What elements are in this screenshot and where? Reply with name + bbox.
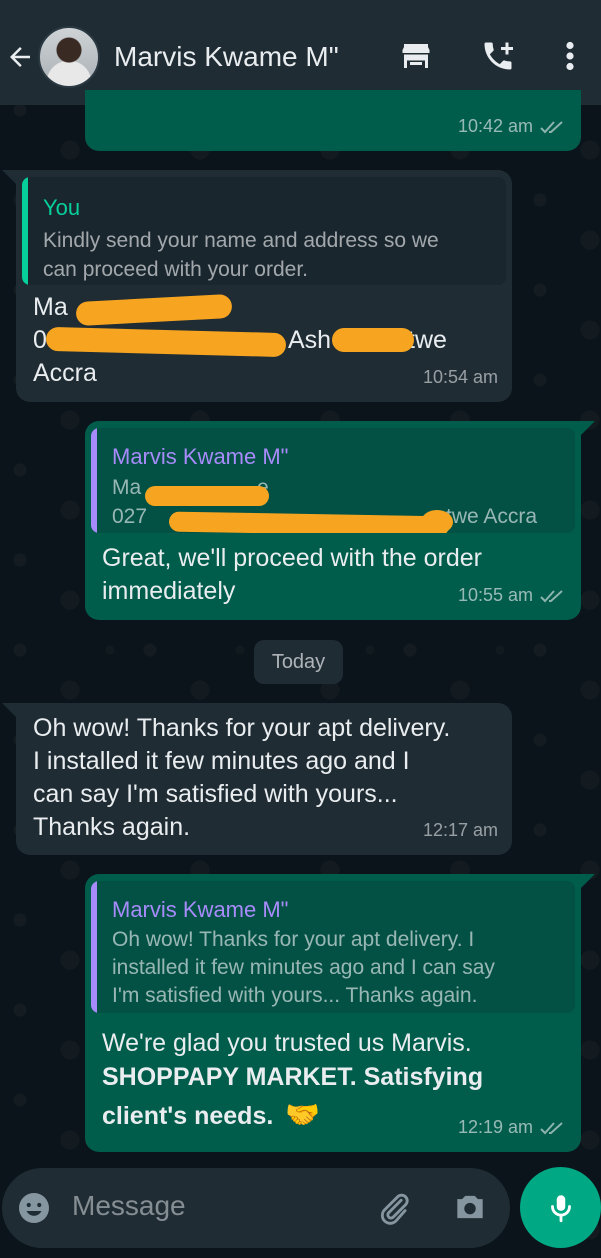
message-bubble-incoming[interactable]: You Kindly send your name and address so…	[16, 170, 512, 402]
store-icon[interactable]	[398, 38, 434, 74]
message-time: 12:17 am	[422, 820, 498, 840]
message-time: 10:55 am	[457, 585, 533, 605]
quote-text-line: installed it few minutes ago and I can s…	[112, 956, 495, 979]
mic-icon	[550, 1194, 571, 1222]
message-bubble-outgoing[interactable]: Marvis Kwame M" Oh wow! Thanks for your …	[85, 874, 581, 1152]
redaction-mark	[45, 326, 287, 358]
voice-message-button[interactable]	[520, 1167, 601, 1248]
message-meta: 10:55 am	[458, 579, 567, 612]
message-time: 10:54 am	[422, 367, 498, 387]
emoji-icon[interactable]	[16, 1190, 52, 1226]
add-call-icon[interactable]	[480, 38, 516, 74]
message-text-line: Ma	[33, 293, 68, 321]
quote-author: You	[43, 195, 81, 220]
bubble-tail	[581, 874, 595, 888]
message-meta: 10:42 am	[458, 110, 567, 143]
message-bubble-outgoing[interactable]: 10:42 am	[85, 90, 581, 151]
quote-bar	[91, 881, 97, 1013]
quote-author: Marvis Kwame M"	[112, 444, 289, 469]
redaction-mark	[332, 328, 414, 352]
bubble-tail	[2, 703, 16, 717]
back-button[interactable]	[2, 37, 38, 77]
quote-text-line: I'm satisfied with yours... Thanks again…	[112, 984, 478, 1007]
redaction-mark	[421, 510, 453, 533]
quoted-message[interactable]: Marvis Kwame M" Ma e 027 twe Accra	[91, 428, 575, 533]
quoted-message[interactable]: Marvis Kwame M" Oh wow! Thanks for your …	[91, 881, 575, 1013]
status-strip	[0, 0, 601, 8]
message-text-line: Thanks again.	[33, 813, 191, 841]
redaction-mark	[168, 511, 450, 533]
message-text-bold-line: client's needs.	[102, 1102, 274, 1130]
message-input[interactable]: Message	[72, 1190, 186, 1222]
double-check-icon	[540, 120, 563, 133]
camera-icon[interactable]	[451, 1188, 489, 1226]
message-text-line: We're glad you trusted us Marvis.	[102, 1029, 472, 1057]
redaction-mark	[145, 486, 269, 506]
message-text-line: Ash	[288, 326, 332, 354]
quote-text-line: Ma	[112, 476, 142, 499]
message-bubble-outgoing[interactable]: Marvis Kwame M" Ma e 027 twe Accra Great…	[85, 421, 581, 620]
message-text-line: Accra	[33, 359, 97, 387]
quote-text-line: can proceed with your order.	[43, 258, 308, 281]
back-arrow-icon	[10, 46, 30, 67]
bubble-tail	[581, 421, 595, 435]
redaction-mark	[75, 293, 233, 327]
message-time: 12:19 am	[457, 1117, 533, 1137]
message-meta: 12:17 am	[423, 814, 498, 847]
quote-text-line: Kindly send your name and address so we	[43, 229, 439, 252]
quote-author: Marvis Kwame M"	[112, 897, 289, 922]
message-text-line: 0	[33, 326, 47, 354]
quote-text-line: Oh wow! Thanks for your apt delivery. I	[112, 928, 475, 951]
quoted-message[interactable]: You Kindly send your name and address so…	[22, 177, 506, 285]
message-text-line: Great, we'll proceed with the order	[102, 544, 482, 572]
double-check-icon	[540, 1121, 563, 1134]
date-separator: Today	[254, 640, 343, 684]
double-check-icon	[540, 589, 563, 602]
quote-bar	[22, 177, 28, 285]
quote-text-line: twe Accra	[446, 505, 538, 528]
message-meta: 10:54 am	[423, 361, 498, 394]
handshake-emoji: 🤝	[285, 1099, 320, 1130]
bubble-tail	[2, 170, 16, 184]
contact-name[interactable]: Marvis Kwame M"	[114, 41, 374, 73]
message-time: 10:42 am	[457, 116, 533, 136]
quote-text-line: 027	[112, 505, 148, 528]
more-vert-icon[interactable]	[556, 38, 584, 74]
message-text-bold-line: SHOPPAPY MARKET. Satisfying	[102, 1063, 484, 1091]
message-text-line: Oh wow! Thanks for your apt delivery.	[33, 714, 451, 742]
attach-icon[interactable]	[375, 1190, 413, 1228]
message-meta: 12:19 am	[458, 1111, 567, 1144]
quote-bar	[91, 428, 97, 533]
message-text-line: can say I'm satisfied with yours...	[33, 780, 398, 808]
message-text-line: immediately	[102, 577, 236, 605]
message-text-line: I installed it few minutes ago and I	[33, 747, 410, 775]
message-composer[interactable]: Message	[2, 1168, 510, 1248]
message-bubble-incoming[interactable]: Oh wow! Thanks for your apt delivery. I …	[16, 703, 512, 855]
contact-avatar[interactable]	[38, 25, 100, 88]
